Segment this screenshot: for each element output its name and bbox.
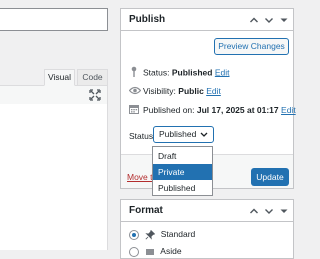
editor-toolbar [0,85,108,105]
format-aside-label: Aside [160,246,182,256]
radio-unselected[interactable] [129,246,139,257]
format-option-standard[interactable]: Standard [129,228,195,240]
collapse-toggle-icon[interactable] [279,15,289,25]
format-box-title: Format [129,205,163,216]
status-select[interactable]: Published [153,126,214,143]
format-box: Format Standard Aside [120,199,294,259]
dropdown-option-draft[interactable]: Draft [153,148,212,164]
published-on-label: Published on: [143,105,195,115]
move-up-icon[interactable] [249,206,259,216]
aside-format-icon [146,248,155,255]
status-edit-link[interactable]: Edit [215,67,230,77]
fullscreen-expand-icon[interactable] [89,89,101,101]
visibility-row: Visibility: Public Edit [128,85,221,98]
move-down-icon[interactable] [264,15,274,25]
published-on-row: Published on: Jul 17, 2025 at 01:17 Edit [129,104,296,116]
visibility-value: Public [178,86,204,96]
published-on-value: Jul 17, 2025 at 01:17 [196,105,279,115]
calendar-icon [129,104,141,117]
status-dropdown-list: Draft Private Published [152,146,213,196]
editor-content-area[interactable] [0,104,108,250]
published-on-edit-link[interactable]: Edit [281,105,296,115]
status-value: Published [171,67,213,78]
dropdown-option-private[interactable]: Private [153,164,212,180]
preview-changes-button[interactable]: Preview Changes [214,38,289,55]
visibility-edit-link[interactable]: Edit [206,86,221,96]
chevron-down-icon [200,132,208,137]
status-label: Status: [143,67,170,78]
dropdown-option-published[interactable]: Published [153,180,212,196]
format-box-header: Format [121,200,293,222]
status-select-label: Status: [129,131,156,141]
radio-selected[interactable] [129,229,139,240]
collapse-toggle-icon[interactable] [279,206,289,216]
post-title-input[interactable] [0,8,108,31]
status-select-value: Published [159,129,197,139]
publish-box-title: Publish [129,14,166,25]
publish-box-header: Publish [121,9,293,31]
tab-code[interactable]: Code [77,69,108,86]
status-row: Status: Published Edit [129,66,230,78]
move-down-icon[interactable] [264,206,274,216]
pin-icon [129,66,141,80]
update-button[interactable]: Update [251,168,289,186]
format-option-aside[interactable]: Aside [129,245,182,257]
pushpin-icon [145,229,156,240]
format-standard-label: Standard [160,229,196,239]
tab-visual[interactable]: Visual [44,69,75,86]
visibility-label: Visibility: [143,86,176,96]
eye-icon [128,86,142,98]
move-up-icon[interactable] [249,15,259,25]
